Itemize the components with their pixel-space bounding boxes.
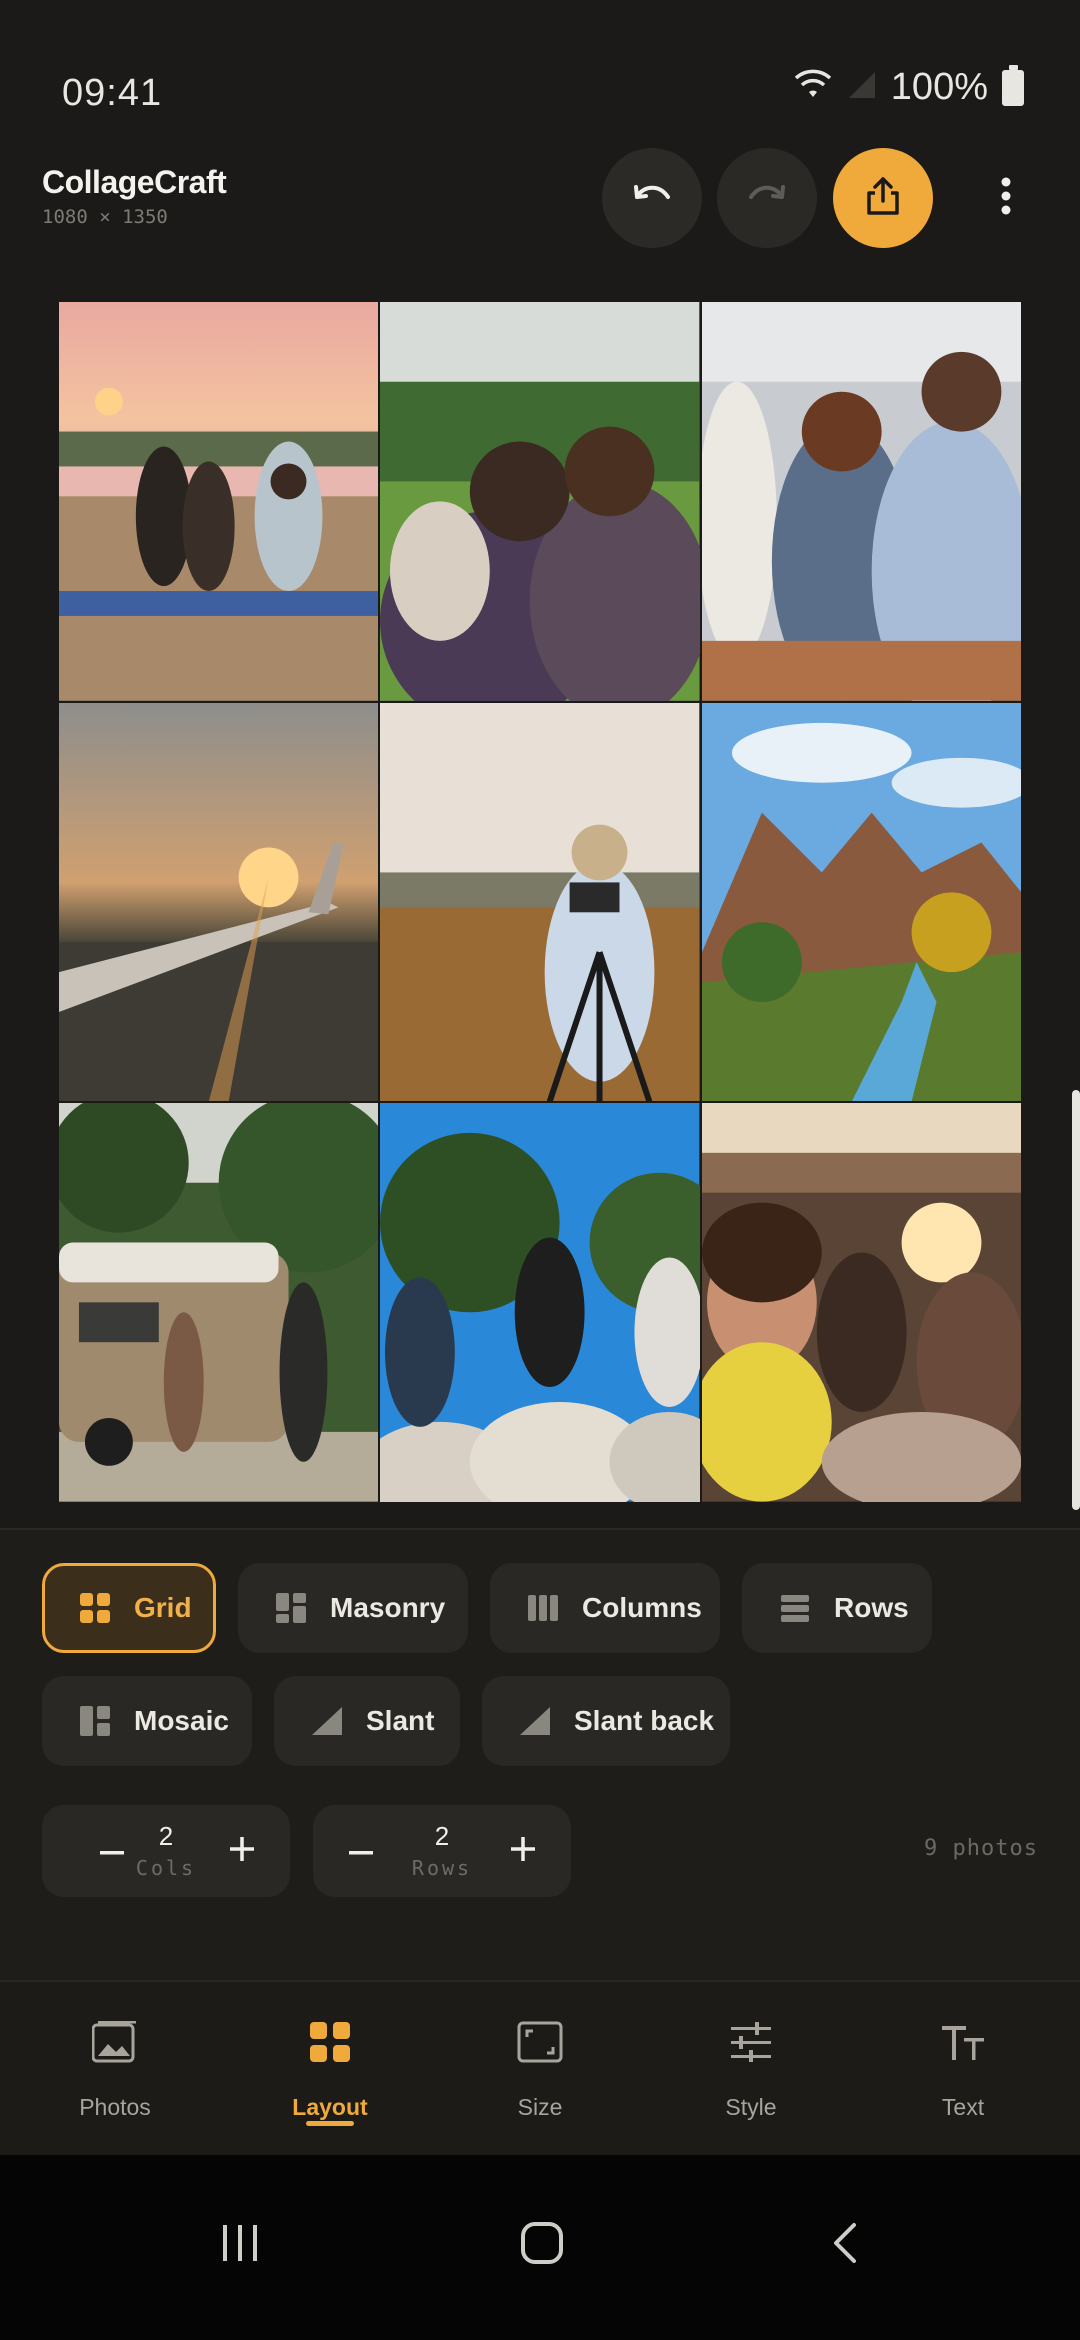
layout-grid-label: Grid — [134, 1592, 192, 1623]
status-time: 09:41 — [62, 72, 163, 114]
recent-apps-icon — [220, 2223, 260, 2268]
nav-size-label: Size — [517, 2094, 563, 2120]
plus-icon — [230, 1836, 254, 1866]
recent-apps-button[interactable] — [200, 2215, 280, 2275]
layout-mosaic-label: Mosaic — [134, 1705, 229, 1736]
layout-rows-label: Rows — [834, 1592, 909, 1623]
layout-slant-back-button[interactable]: Slant back — [482, 1676, 730, 1766]
collage-canvas[interactable] — [59, 302, 1021, 1502]
layout-grid-button[interactable]: Grid — [42, 1563, 216, 1653]
columns-icon — [526, 1591, 560, 1625]
cols-increment-button[interactable] — [222, 1831, 262, 1871]
more-vert-icon — [1000, 176, 1012, 221]
status-bar: 09:41 100% — [0, 0, 1080, 140]
grid-icon — [78, 1591, 112, 1625]
nav-active-indicator — [306, 2121, 354, 2126]
cols-stepper: 2 Cols — [42, 1805, 290, 1897]
home-button[interactable] — [502, 2215, 582, 2275]
rows-icon — [778, 1591, 812, 1625]
layout-slant-button[interactable]: Slant — [274, 1676, 460, 1766]
nav-size[interactable]: Size — [432, 2012, 648, 2121]
undo-button[interactable] — [602, 148, 702, 248]
nav-style-label: Style — [725, 2094, 777, 2120]
layout-slant-back-label: Slant back — [574, 1705, 715, 1736]
nav-photos[interactable]: Photos — [7, 2012, 223, 2121]
edge-panel-handle[interactable] — [1072, 1090, 1080, 1510]
photo-friends-in-car[interactable] — [701, 1103, 1021, 1502]
signal-icon — [847, 70, 877, 105]
battery-percent: 100% — [890, 66, 988, 108]
rows-increment-button[interactable] — [503, 1831, 543, 1871]
masonry-icon — [274, 1591, 308, 1625]
slant-icon — [310, 1704, 344, 1738]
photo-couple-outdoors[interactable] — [380, 302, 700, 701]
nav-text[interactable]: Text — [855, 2012, 1071, 2121]
layout-columns-label: Columns — [582, 1592, 702, 1623]
photo-beach-sunset-friends[interactable] — [59, 302, 379, 701]
battery-icon — [1002, 64, 1024, 106]
layout-columns-button[interactable]: Columns — [490, 1563, 720, 1653]
back-button[interactable] — [805, 2215, 885, 2275]
share-button[interactable] — [833, 148, 933, 248]
undo-icon — [632, 181, 672, 216]
layout-rows-button[interactable]: Rows — [742, 1563, 932, 1653]
size-icon — [432, 2012, 648, 2072]
mosaic-icon — [78, 1704, 112, 1738]
layout-slant-label: Slant — [366, 1705, 435, 1736]
nav-layout[interactable]: Layout — [222, 2012, 438, 2121]
layout-masonry-label: Masonry — [330, 1592, 446, 1623]
photo-photographer-field[interactable] — [380, 702, 700, 1102]
photo-count: 9 photos — [924, 1836, 1038, 1861]
nav-layout-label: Layout — [292, 2094, 368, 2120]
style-icon — [643, 2012, 859, 2072]
bottom-nav: Photos Layout Size Style Text — [0, 1980, 1080, 2155]
layout-icon — [222, 2012, 438, 2072]
share-icon — [865, 175, 901, 222]
redo-icon — [747, 181, 787, 216]
redo-button[interactable] — [717, 148, 817, 248]
wifi-icon — [793, 69, 833, 106]
app-title: CollageCraft — [42, 164, 227, 200]
photos-icon — [7, 2012, 223, 2072]
photo-friends-on-rocks[interactable] — [380, 1103, 700, 1502]
rows-stepper: 2 Rows — [313, 1805, 571, 1897]
status-icons: 100% — [793, 64, 1024, 109]
photo-canyon-river[interactable] — [701, 702, 1021, 1102]
photo-airplane-wing-sunset[interactable] — [59, 702, 379, 1102]
nav-text-label: Text — [941, 2094, 985, 2120]
slant-back-icon — [518, 1704, 552, 1738]
canvas-dimensions: 1080 × 1350 — [42, 206, 168, 228]
plus-icon — [511, 1836, 535, 1866]
photo-van-camping[interactable] — [59, 1103, 379, 1502]
nav-photos-label: Photos — [79, 2094, 151, 2120]
back-icon — [832, 2222, 858, 2269]
photo-three-friends-sitting[interactable] — [701, 302, 1021, 701]
text-icon — [855, 2012, 1071, 2072]
home-icon — [520, 2221, 564, 2270]
system-nav-bar — [0, 2155, 1080, 2340]
nav-style[interactable]: Style — [643, 2012, 859, 2121]
layout-masonry-button[interactable]: Masonry — [238, 1563, 468, 1653]
app-header: CollageCraft 1080 × 1350 — [0, 140, 1080, 250]
layout-mosaic-button[interactable]: Mosaic — [42, 1676, 252, 1766]
more-options-button[interactable] — [956, 148, 1056, 248]
